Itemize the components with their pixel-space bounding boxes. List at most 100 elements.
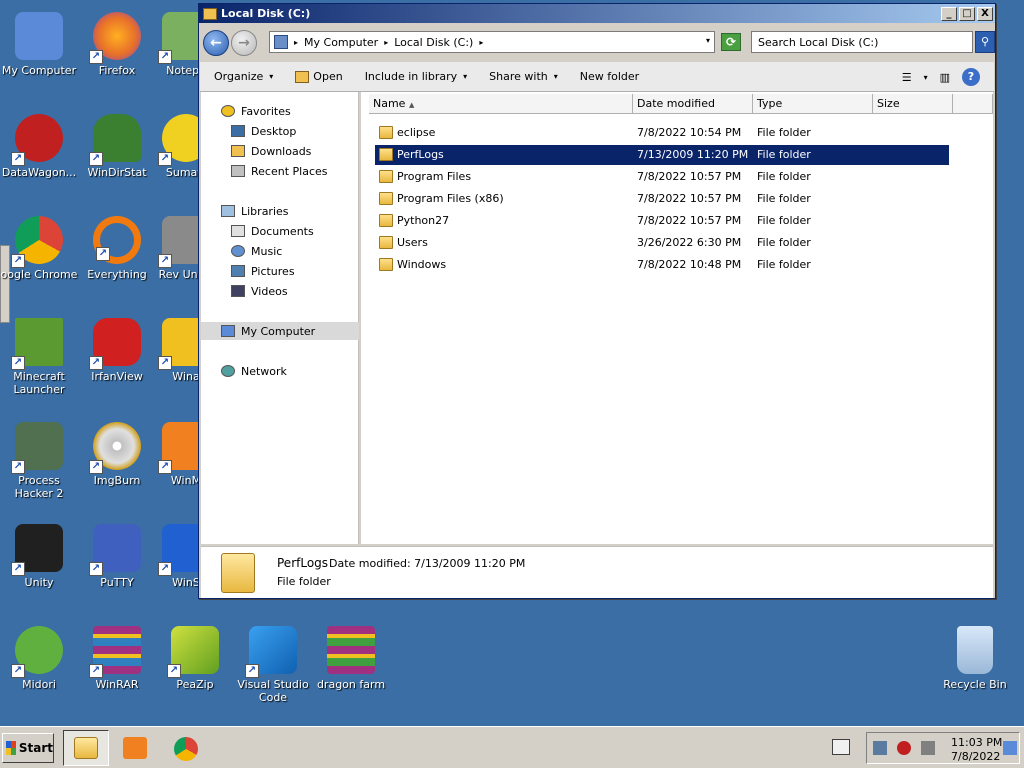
refresh-button[interactable]: ⟳ [721, 33, 741, 51]
breadcrumb-separator[interactable]: ▸ [294, 38, 298, 47]
windows-logo-icon [6, 741, 16, 755]
desktop-icon-my-computer[interactable]: My Computer [0, 12, 78, 77]
new-folder-button[interactable]: New folder [580, 70, 639, 83]
breadcrumb-local-disk[interactable]: Local Disk (C:) [394, 36, 473, 49]
file-row-perflogs[interactable]: PerfLogs 7/13/2009 11:20 PM File folder [375, 145, 949, 165]
desktop-icon-unity[interactable]: ↗ Unity [0, 524, 78, 589]
address-dropdown-icon[interactable]: ▾ [706, 36, 710, 45]
volume-icon[interactable] [921, 741, 935, 755]
folder-icon [221, 553, 255, 593]
unity-icon: ↗ [11, 524, 63, 576]
caret-down-icon: ▾ [463, 72, 468, 81]
view-options-caret-icon[interactable]: ▾ [924, 73, 928, 82]
desktop-icon-winrar[interactable]: ↗ WinRAR [78, 626, 156, 691]
minecraft-icon: ↗ [11, 318, 63, 370]
desktop-icon-minecraft[interactable]: ↗ Minecraft Launcher [0, 318, 78, 396]
file-row-python27[interactable]: Python27 7/8/2022 10:57 PM File folder [375, 211, 949, 231]
action-center-icon[interactable] [897, 741, 911, 755]
desktop-icon-dragon-farm[interactable]: dragon farm [312, 626, 390, 691]
nav-downloads[interactable]: Downloads [201, 142, 359, 160]
preview-pane-icon[interactable]: ▥ [940, 71, 950, 84]
nav-documents[interactable]: Documents [201, 222, 359, 240]
file-row-eclipse[interactable]: eclipse 7/8/2022 10:54 PM File folder [375, 123, 949, 143]
file-row-windows[interactable]: Windows 7/8/2022 10:48 PM File folder [375, 255, 949, 275]
navigation-pane: Favorites Desktop Downloads Recent Place… [201, 92, 359, 544]
folder-icon [379, 192, 393, 205]
network-tray-icon[interactable] [873, 741, 887, 755]
shortcut-arrow-icon: ↗ [11, 664, 25, 678]
nav-desktop[interactable]: Desktop [201, 122, 359, 140]
desktop-icon-everything[interactable]: ↗ Everything [78, 216, 156, 281]
shortcut-arrow-icon: ↗ [89, 152, 103, 166]
maximize-button[interactable]: □ [959, 6, 975, 21]
address-bar[interactable]: ▸ My Computer ▸ Local Disk (C:) ▸ ▾ [269, 31, 715, 53]
taskbar-explorer[interactable] [63, 730, 109, 766]
desktop-icon-putty[interactable]: ↗ PuTTY [78, 524, 156, 589]
desktop-icon-firefox[interactable]: ↗ Firefox [78, 12, 156, 77]
desktop-icon-imgburn[interactable]: ↗ ImgBurn [78, 422, 156, 487]
back-button[interactable]: ← [203, 30, 229, 56]
nav-libraries[interactable]: Libraries [201, 202, 359, 220]
show-desktop-icon[interactable] [1003, 741, 1017, 755]
breadcrumb-separator[interactable]: ▸ [384, 38, 388, 47]
organize-button[interactable]: Organize ▾ [214, 70, 273, 83]
open-button[interactable]: Open [295, 70, 343, 83]
clock-time[interactable]: 11:03 PM [951, 736, 1002, 749]
desktop-icon-irfanview[interactable]: ↗ IrfanView [78, 318, 156, 383]
forward-button[interactable]: → [231, 30, 257, 56]
file-row-users[interactable]: Users 3/26/2022 6:30 PM File folder [375, 233, 949, 253]
desktop-icon-windirstat[interactable]: ↗ WinDirStat [78, 114, 156, 179]
details-pane: PerfLogs Date modified: 7/13/2009 11:20 … [201, 546, 993, 598]
desktop-icon-vscode[interactable]: ↗ Visual Studio Code [234, 626, 312, 704]
tablet-input-icon[interactable] [832, 739, 850, 755]
nav-music[interactable]: Music [201, 242, 359, 260]
desktop-icon-midori[interactable]: ↗ Midori [0, 626, 78, 691]
desktop-icon [231, 125, 245, 137]
peazip-icon: ↗ [167, 626, 219, 678]
share-with-button[interactable]: Share with ▾ [489, 70, 558, 83]
folder-icon [379, 170, 393, 183]
shortcut-arrow-icon: ↗ [89, 664, 103, 678]
taskbar-media-player[interactable] [112, 730, 158, 766]
explorer-window[interactable]: Local Disk (C:) _ □ X ← → ▸ My Computer … [198, 3, 996, 599]
include-in-library-button[interactable]: Include in library ▾ [365, 70, 467, 83]
file-row-program-files-x86[interactable]: Program Files (x86) 7/8/2022 10:57 PM Fi… [375, 189, 949, 209]
folder-icon [379, 214, 393, 227]
column-header-size[interactable]: Size [873, 94, 953, 114]
search-icon[interactable]: ⚲ [975, 31, 995, 53]
minimize-button[interactable]: _ [941, 6, 957, 21]
clock-date[interactable]: 7/8/2022 [951, 750, 1000, 763]
desktop-icon-peazip[interactable]: ↗ PeaZip [156, 626, 234, 691]
desktop-icon-recycle-bin[interactable]: Recycle Bin [936, 626, 1014, 691]
breadcrumb-my-computer[interactable]: My Computer [304, 36, 378, 49]
irfanview-icon: ↗ [89, 318, 141, 370]
close-button[interactable]: X [977, 6, 993, 21]
imgburn-icon: ↗ [89, 422, 141, 474]
help-icon[interactable]: ? [962, 68, 980, 86]
start-button[interactable]: Start [2, 733, 54, 763]
folder-icon [74, 737, 98, 759]
desktop-icon-datawagon[interactable]: ↗ DataWagon... [0, 114, 78, 179]
desktop-icon-google-chrome[interactable]: ↗ oogle Chrome [0, 216, 78, 281]
column-header-date-modified[interactable]: Date modified [633, 94, 753, 114]
file-row-program-files[interactable]: Program Files 7/8/2022 10:57 PM File fol… [375, 167, 949, 187]
nav-recent-places[interactable]: Recent Places [201, 162, 359, 180]
star-icon [221, 105, 235, 117]
nav-videos[interactable]: Videos [201, 282, 359, 300]
nav-network[interactable]: Network [201, 362, 359, 380]
breadcrumb-separator[interactable]: ▸ [479, 38, 483, 47]
change-view-icon[interactable]: ☰ [902, 71, 912, 84]
nav-my-computer[interactable]: My Computer [201, 322, 359, 340]
computer-icon [221, 325, 235, 337]
address-row: ← → ▸ My Computer ▸ Local Disk (C:) ▸ ▾ … [203, 28, 995, 58]
file-list: Name ▲ Date modified Type Size eclipse 7… [361, 92, 993, 544]
column-header-type[interactable]: Type [753, 94, 873, 114]
taskbar-chrome[interactable] [163, 730, 209, 766]
desktop-icon-process-hacker[interactable]: ↗ Process Hacker 2 [0, 422, 78, 500]
shortcut-arrow-icon: ↗ [11, 562, 25, 576]
search-input[interactable]: Search Local Disk (C:) [751, 31, 973, 53]
window-titlebar[interactable]: Local Disk (C:) _ □ X [199, 4, 995, 23]
nav-pictures[interactable]: Pictures [201, 262, 359, 280]
column-header-name[interactable]: Name ▲ [369, 94, 633, 114]
nav-favorites[interactable]: Favorites [201, 102, 359, 120]
